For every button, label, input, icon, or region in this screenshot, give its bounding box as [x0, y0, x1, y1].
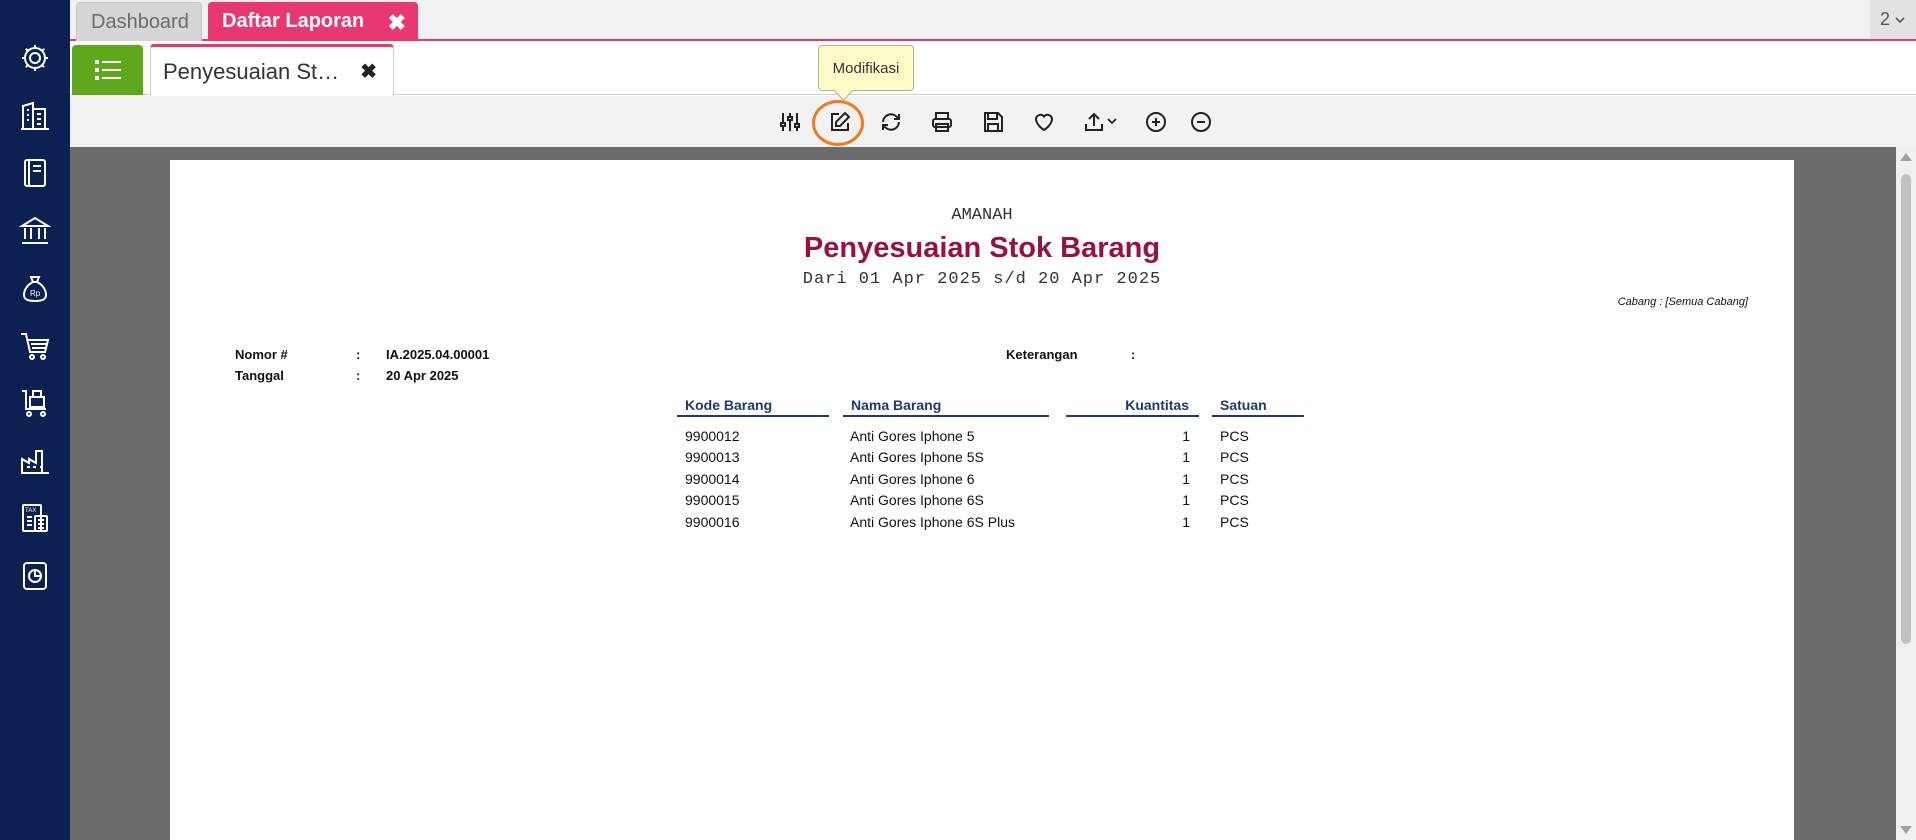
- table-cell-kode: 9900014: [685, 471, 740, 487]
- bank-icon[interactable]: [15, 211, 55, 251]
- building-icon[interactable]: [15, 96, 55, 136]
- report-title: Penyesuaian Stok Barang: [803, 232, 1161, 264]
- tab-pager-value: 2: [1879, 9, 1890, 29]
- table-cell-qty: 1: [1182, 514, 1190, 530]
- report-toolbar: [70, 96, 1916, 147]
- book-icon[interactable]: [15, 153, 55, 193]
- nomor-label: Nomor #: [235, 347, 288, 362]
- cart-box-icon[interactable]: [15, 383, 55, 423]
- tanggal-separator: :: [356, 368, 361, 383]
- table-cell-qty: 1: [1182, 449, 1190, 465]
- chevron-down-icon: [1895, 16, 1905, 23]
- scroll-up-arrow[interactable]: [1900, 153, 1912, 161]
- table-cell-nama: Anti Gores Iphone 6: [850, 471, 975, 487]
- refresh-icon[interactable]: [875, 106, 907, 138]
- edit-icon[interactable]: [824, 106, 856, 138]
- table-cell-kode: 9900015: [685, 492, 740, 508]
- tooltip-text: Modifikasi: [832, 59, 900, 77]
- close-icon[interactable]: ✖: [388, 10, 406, 36]
- table-cell-nama: Anti Gores Iphone 5S: [850, 449, 984, 465]
- column-header-nama: Nama Barang: [843, 397, 1049, 417]
- sidebar: Rp TAX: [0, 0, 70, 840]
- tanggal-value: 20 Apr 2025: [386, 368, 459, 383]
- keterangan-label: Keterangan: [1006, 347, 1078, 362]
- table-cell-nama: Anti Gores Iphone 5: [850, 428, 975, 444]
- zoom-in-icon[interactable]: [1140, 106, 1172, 138]
- table-cell-satuan: PCS: [1220, 514, 1249, 530]
- export-dropdown-button[interactable]: [1077, 106, 1123, 138]
- scroll-thumb[interactable]: [1901, 174, 1911, 644]
- doc-tab-label: Penyesuaian Stok Barang: [163, 58, 348, 84]
- favorite-heart-icon[interactable]: [1028, 106, 1060, 138]
- close-icon[interactable]: ✖: [360, 59, 377, 84]
- table-cell-nama: Anti Gores Iphone 6S: [850, 492, 984, 508]
- tab-daftar-laporan[interactable]: Daftar Laporan ✖: [208, 2, 418, 41]
- tab-daftar-laporan-label: Daftar Laporan: [222, 10, 365, 32]
- nomor-separator: :: [356, 347, 361, 362]
- table-cell-qty: 1: [1182, 471, 1190, 487]
- report-list-button[interactable]: [72, 45, 143, 95]
- cart-icon[interactable]: [15, 326, 55, 366]
- report-company: AMANAH: [951, 206, 1013, 225]
- table-cell-qty: 1: [1182, 492, 1190, 508]
- tooltip-modifikasi: Modifikasi: [818, 45, 914, 91]
- column-header-kuantitas: Kuantitas: [1066, 397, 1199, 417]
- money-bag-icon[interactable]: Rp: [15, 268, 55, 308]
- table-cell-satuan: PCS: [1220, 449, 1249, 465]
- gear-icon[interactable]: [15, 38, 55, 78]
- table-cell-nama: Anti Gores Iphone 6S Plus: [850, 514, 1015, 530]
- svg-text:TAX: TAX: [25, 508, 36, 514]
- table-cell-kode: 9900013: [685, 449, 740, 465]
- report-period: Dari 01 Apr 2025 s/d 20 Apr 2025: [802, 270, 1162, 289]
- print-icon[interactable]: [926, 106, 958, 138]
- table-cell-qty: 1: [1182, 428, 1190, 444]
- tab-dashboard[interactable]: Dashboard: [76, 2, 202, 41]
- keterangan-separator: :: [1131, 347, 1136, 362]
- report-page: AMANAH Penyesuaian Stok Barang Dari 01 A…: [170, 160, 1794, 840]
- export-icon: [1085, 112, 1103, 131]
- filter-sliders-icon[interactable]: [774, 106, 806, 138]
- report-branch: Cabang : [Semua Cabang]: [1617, 296, 1748, 308]
- chevron-down-icon: [1107, 118, 1117, 125]
- top-tab-bar: Dashboard Daftar Laporan ✖ 2: [70, 0, 1916, 41]
- tax-icon[interactable]: TAX: [15, 498, 55, 538]
- scroll-down-arrow[interactable]: [1900, 826, 1912, 834]
- tab-dashboard-label: Dashboard: [91, 10, 189, 33]
- table-cell-kode: 9900012: [685, 428, 740, 444]
- report-chart-icon[interactable]: [15, 556, 55, 596]
- save-icon[interactable]: [977, 106, 1009, 138]
- document-tab-bar: Penyesuaian Stok Barang ✖: [70, 41, 1916, 96]
- tab-pager-dropdown[interactable]: 2: [1870, 0, 1916, 39]
- column-header-kode: Kode Barang: [677, 397, 829, 417]
- factory-icon[interactable]: [15, 441, 55, 481]
- table-cell-satuan: PCS: [1220, 492, 1249, 508]
- list-icon: [94, 60, 121, 80]
- zoom-out-icon[interactable]: [1185, 106, 1217, 138]
- table-cell-kode: 9900016: [685, 514, 740, 530]
- viewer-scrollbar[interactable]: [1896, 147, 1916, 840]
- svg-text:Rp: Rp: [30, 289, 41, 298]
- nomor-value: IA.2025.04.00001: [386, 347, 490, 362]
- table-cell-satuan: PCS: [1220, 471, 1249, 487]
- column-header-satuan: Satuan: [1212, 397, 1304, 417]
- table-cell-satuan: PCS: [1220, 428, 1249, 444]
- tab-penyesuaian-stok[interactable]: Penyesuaian Stok Barang ✖: [150, 44, 394, 96]
- tanggal-label: Tanggal: [235, 368, 284, 383]
